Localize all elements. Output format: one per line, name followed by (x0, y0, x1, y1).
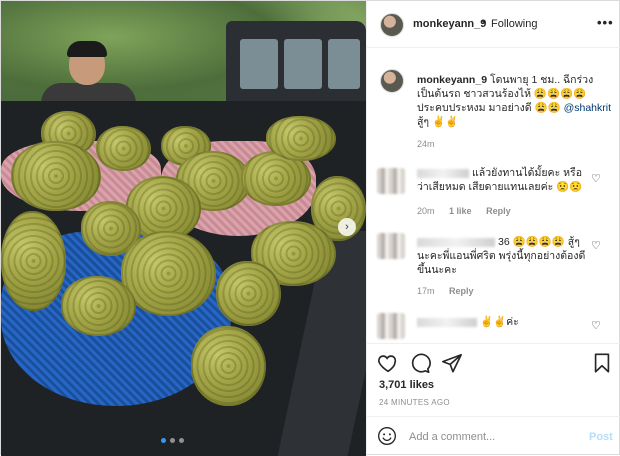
comment-meta: 17m Reply (417, 286, 486, 296)
reply-button[interactable]: Reply (449, 286, 474, 296)
separator-dot: • (482, 16, 486, 28)
avatar[interactable] (377, 233, 405, 259)
durian (216, 261, 281, 326)
comment-body: 36 😩😩😩😩 สู้ๆนะคะพี่แอนพี่ศริต พรุ่งนี้ทุ… (417, 235, 592, 277)
carousel-next-button[interactable]: › (338, 218, 356, 236)
caption-avatar[interactable] (380, 69, 404, 93)
post-comment-button[interactable]: Post (589, 431, 613, 443)
mention-link[interactable]: @shahkrit (564, 102, 611, 114)
comment-likes[interactable]: 1 like (449, 206, 472, 216)
carousel-dot (179, 438, 184, 443)
save-bookmark-icon[interactable] (591, 352, 613, 374)
carousel-dot (161, 438, 166, 443)
avatar[interactable] (377, 313, 405, 339)
comment-time: 20m (417, 206, 435, 216)
blurred-username[interactable] (417, 317, 477, 327)
add-comment-input[interactable]: Add a comment... (409, 431, 495, 443)
truck-window (328, 39, 360, 89)
share-icon[interactable] (441, 352, 463, 374)
comment-meta: 20m 1 like Reply (417, 206, 523, 216)
instagram-post: › monkeyann_9 • Following ••• monkeyann_… (0, 0, 620, 456)
comment-body: ✌️✌️ค่ะ (417, 315, 592, 329)
post-side-panel: monkeyann_9 • Following ••• monkeyann_9 … (366, 1, 620, 456)
comment-time: 17m (417, 286, 435, 296)
username-link[interactable]: monkeyann_9 (413, 18, 486, 30)
caption-time: 24m (417, 139, 435, 149)
caption-text: monkeyann_9 โดนพายุ 1 ชม.. ฉีกร่วงเป็นต้… (417, 73, 612, 129)
caption-username[interactable]: monkeyann_9 (417, 74, 487, 86)
posted-time: 24 MINUTES AGO (379, 398, 450, 407)
comment-text: ✌️✌️ค่ะ (480, 316, 519, 328)
durian (61, 276, 136, 336)
post-header: monkeyann_9 • Following ••• (367, 1, 620, 48)
following-button[interactable]: Following (491, 18, 537, 30)
reply-button[interactable]: Reply (486, 206, 511, 216)
comment-icon[interactable] (409, 352, 431, 374)
truck-window (284, 39, 322, 89)
more-options-icon[interactable]: ••• (597, 15, 614, 30)
likes-count[interactable]: 3,701 likes (379, 379, 434, 391)
blurred-username[interactable] (417, 168, 469, 178)
durian (96, 126, 151, 171)
durian (191, 326, 266, 406)
like-comment-heart-icon[interactable]: ♡ (591, 239, 601, 252)
blurred-username[interactable] (417, 237, 495, 247)
action-bar (367, 343, 620, 379)
like-comment-heart-icon[interactable]: ♡ (591, 319, 601, 332)
avatar[interactable] (377, 168, 405, 194)
carousel-dot (170, 438, 175, 443)
durian (11, 141, 101, 211)
add-comment-bar: Add a comment... Post (367, 416, 620, 456)
truck-window (240, 39, 278, 89)
like-comment-heart-icon[interactable]: ♡ (591, 172, 601, 185)
durian (266, 116, 336, 161)
caption-body-part2: สู้ๆ ✌️✌️ (417, 116, 459, 128)
post-photo[interactable]: › (1, 1, 366, 456)
carousel-dots (161, 438, 184, 443)
avatar[interactable] (380, 13, 404, 37)
heart-icon[interactable] (377, 352, 399, 374)
comment-body: แล้วยังทานได้มั้ยคะ หรือว่าเสียหมด เสียด… (417, 166, 592, 194)
durian (1, 211, 66, 311)
emoji-icon[interactable] (377, 426, 397, 446)
